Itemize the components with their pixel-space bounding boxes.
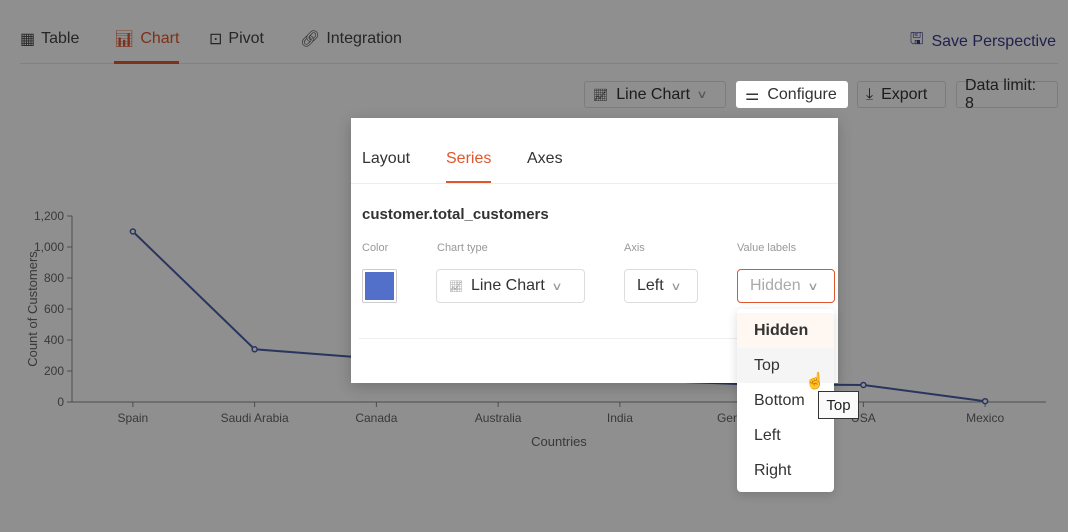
option-left[interactable]: Left — [737, 418, 834, 453]
color-swatch — [365, 272, 394, 300]
tab-series[interactable]: Series — [446, 150, 492, 183]
value-labels-label: Value labels — [737, 242, 797, 254]
series-chart-type-select[interactable]: 📈︎ Line Chart ∨ — [436, 269, 585, 303]
tab-layout[interactable]: Layout — [362, 150, 410, 168]
chevron-down-icon: ∨ — [807, 280, 819, 293]
tooltip: Top — [818, 391, 859, 419]
hand-cursor-icon: ☝ — [805, 373, 825, 390]
series-name: customer.total_customers — [362, 206, 549, 223]
option-hidden[interactable]: Hidden — [737, 313, 834, 348]
sliders-icon: ⚌ — [745, 86, 760, 104]
chevron-down-icon: ∨ — [551, 280, 563, 293]
config-tabs: Layout Series Axes — [351, 118, 838, 184]
color-picker[interactable] — [362, 269, 397, 303]
option-right[interactable]: Right — [737, 453, 834, 488]
tab-axes[interactable]: Axes — [527, 150, 563, 168]
value-labels-select[interactable]: Hidden ∨ — [737, 269, 835, 303]
chart-type-label: Chart type — [437, 242, 488, 254]
axis-select[interactable]: Left ∨ — [624, 269, 698, 303]
line-chart-icon: 📈︎ — [449, 280, 463, 293]
color-label: Color — [362, 242, 389, 254]
axis-label: Axis — [624, 242, 645, 254]
chevron-down-icon: ∨ — [670, 280, 682, 293]
configure-button[interactable]: ⚌ Configure — [736, 81, 848, 108]
